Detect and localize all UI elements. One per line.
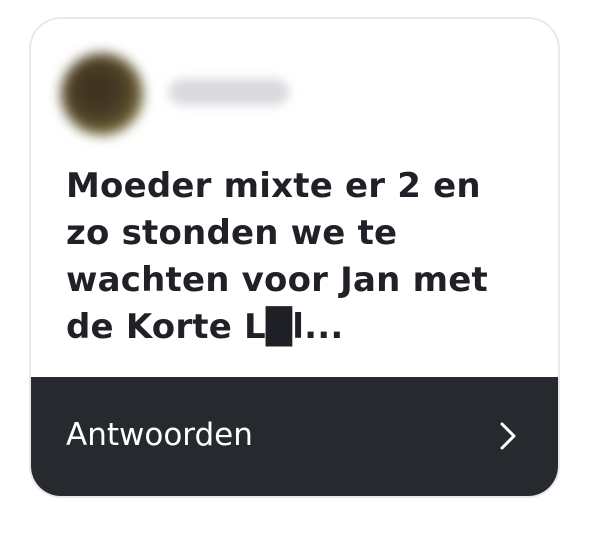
reply-button[interactable]: Antwoorden <box>31 377 558 496</box>
chevron-right-icon <box>500 422 516 450</box>
sender-name <box>169 79 289 105</box>
notification-card[interactable]: Moeder mixte er 2 en zo stonden we te wa… <box>31 19 558 496</box>
reply-label: Antwoorden <box>66 417 253 453</box>
message-text: Moeder mixte er 2 en zo stonden we te wa… <box>66 166 488 347</box>
notification-content: Moeder mixte er 2 en zo stonden we te wa… <box>31 19 558 377</box>
avatar <box>61 53 143 135</box>
